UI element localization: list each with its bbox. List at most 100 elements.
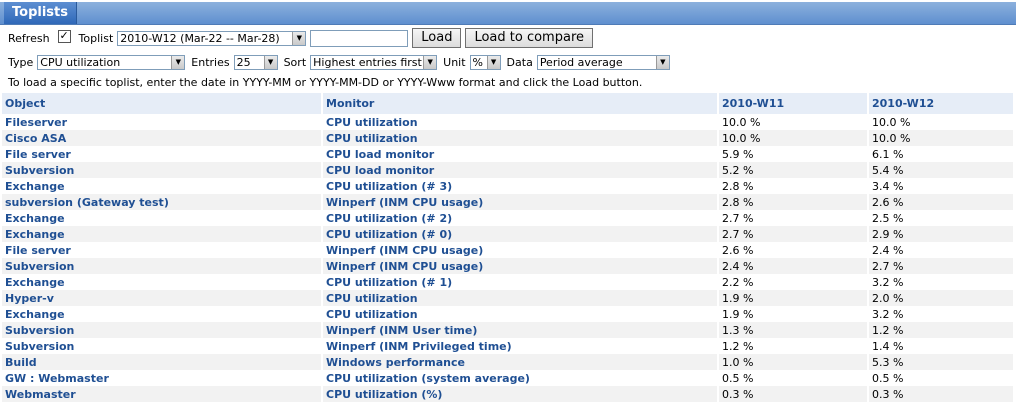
object-cell[interactable]: Exchange [2,178,323,194]
monitor-cell[interactable]: Winperf (INM User time) [322,322,719,338]
sort-select-value: Highest entries first [313,55,422,69]
entries-select-value: 25 [236,55,251,69]
table-row: GW : Webmaster CPU utilization (system av… [2,370,1015,386]
w12-value-cell: 5.4 % [868,162,1015,178]
w12-value-cell: 2.0 % [868,290,1015,306]
toplist-select[interactable]: 2010-W12 (Mar-22 -- Mar-28) ▼ [117,30,307,46]
monitor-cell[interactable]: CPU utilization (# 2) [322,210,719,226]
table-row: Subversion Winperf (INM User time) 1.3 % 1.… [2,322,1015,338]
table-row: Webmaster CPU utilization (%) 0.3 % 0.3 % [2,386,1015,402]
object-cell[interactable]: Hyper-v [2,290,323,306]
w12-value-cell: 2.7 % [868,258,1015,274]
object-cell[interactable]: Build [2,354,323,370]
monitor-cell[interactable]: CPU utilization [322,130,719,146]
monitor-cell[interactable]: CPU utilization (# 3) [322,178,719,194]
monitor-cell[interactable]: Winperf (INM CPU usage) [322,194,719,210]
entries-select[interactable]: 25 ▼ [233,54,278,70]
chevron-down-icon: ▼ [423,55,437,69]
load-to-compare-button[interactable]: Load to compare [465,28,593,48]
monitor-cell[interactable]: Winperf (INM CPU usage) [322,258,719,274]
object-cell[interactable]: Subversion [2,162,323,178]
w11-value-cell: 2.2 % [718,274,869,290]
monitor-cell[interactable]: CPU utilization (system average) [322,370,719,386]
refresh-checkbox[interactable]: ✓ [57,29,71,43]
object-cell[interactable]: GW : Webmaster [2,370,323,386]
w12-value-cell: 2.5 % [868,210,1015,226]
toplist-controls-row: Refresh ✓ Toplist 2010-W12 (Mar-22 -- Ma… [8,28,593,48]
w11-value-cell: 2.8 % [718,194,869,210]
object-cell[interactable]: File server [2,146,323,162]
table-row: Subversion Winperf (INM Privileged time) 1… [2,338,1015,354]
toplist-label: Toplist [78,31,114,45]
type-select[interactable]: CPU utilization ▼ [37,54,186,70]
monitor-cell[interactable]: CPU utilization (%) [322,386,719,402]
data-select[interactable]: Period average ▼ [536,54,670,70]
chevron-down-icon: ▼ [655,55,669,69]
object-cell[interactable]: Exchange [2,210,323,226]
column-header-2010-w12[interactable]: 2010-W12 [868,93,1015,114]
w11-value-cell: 5.2 % [718,162,869,178]
object-cell[interactable]: subversion (Gateway test) [2,194,323,210]
w12-value-cell: 1.4 % [868,338,1015,354]
monitor-cell[interactable]: CPU utilization (# 1) [322,274,719,290]
data-label: Data [506,55,533,69]
object-cell[interactable]: Webmaster [2,386,323,402]
object-cell[interactable]: Cisco ASA [2,130,323,146]
w12-value-cell: 0.5 % [868,370,1015,386]
table-row: Exchange CPU utilization (# 1) 2.2 % 3.2 % [2,274,1015,290]
object-cell[interactable]: Exchange [2,306,323,322]
date-input[interactable] [310,29,409,47]
monitor-cell[interactable]: CPU utilization [322,290,719,306]
monitor-cell[interactable]: CPU utilization [322,306,719,322]
monitor-cell[interactable]: Winperf (INM Privileged time) [322,338,719,354]
w11-value-cell: 5.9 % [718,146,869,162]
entries-label: Entries [191,55,230,69]
w12-value-cell: 2.4 % [868,242,1015,258]
table-row: Subversion CPU load monitor 5.2 % 5.4 % [2,162,1015,178]
object-cell[interactable]: Subversion [2,338,323,354]
column-header-2010-w11[interactable]: 2010-W11 [718,93,869,114]
table-row: Fileserver CPU utilization 10.0 % 10.0 % [2,114,1015,130]
w12-value-cell: 3.4 % [868,178,1015,194]
object-cell[interactable]: Fileserver [2,114,323,130]
w12-value-cell: 6.1 % [868,146,1015,162]
w11-value-cell: 2.7 % [718,226,869,242]
unit-select-value: % [472,55,483,69]
unit-select[interactable]: % ▼ [469,54,501,70]
w11-value-cell: 1.9 % [718,306,869,322]
object-cell[interactable]: Subversion [2,322,323,338]
monitor-cell[interactable]: CPU utilization [322,114,719,130]
title-bar: Toplists [0,2,1016,25]
object-cell[interactable]: Exchange [2,226,323,242]
monitor-cell[interactable]: Winperf (INM CPU usage) [322,242,719,258]
w11-value-cell: 0.3 % [718,386,869,402]
toplists-page: Toplists Refresh ✓ Toplist 2010-W12 (Mar… [0,0,1016,412]
object-cell[interactable]: Subversion [2,258,323,274]
monitor-cell[interactable]: CPU load monitor [322,146,719,162]
column-header-monitor[interactable]: Monitor [322,93,719,114]
monitor-cell[interactable]: CPU utilization (# 0) [322,226,719,242]
table-row: Subversion Winperf (INM CPU usage) 2.4 % 2.… [2,258,1015,274]
unit-label: Unit [443,55,466,69]
w12-value-cell: 3.2 % [868,274,1015,290]
w11-value-cell: 1.2 % [718,338,869,354]
monitor-cell[interactable]: CPU load monitor [322,162,719,178]
w11-value-cell: 10.0 % [718,130,869,146]
table-body: Fileserver CPU utilization 10.0 % 10.0 % Cis… [2,114,1015,402]
w12-value-cell: 2.9 % [868,226,1015,242]
table-row: Exchange CPU utilization 1.9 % 3.2 % [2,306,1015,322]
load-hint-text: To load a specific toplist, enter the da… [8,76,643,89]
data-select-value: Period average [539,55,623,69]
table-row: File server Winperf (INM CPU usage) 2.6 % 2… [2,242,1015,258]
table-row: Hyper-v CPU utilization 1.9 % 2.0 % [2,290,1015,306]
object-cell[interactable]: File server [2,242,323,258]
load-button[interactable]: Load [412,28,462,48]
table-row: File server CPU load monitor 5.9 % 6.1 % [2,146,1015,162]
sort-select[interactable]: Highest entries first ▼ [310,54,438,70]
w11-value-cell: 2.8 % [718,178,869,194]
w12-value-cell: 5.3 % [868,354,1015,370]
monitor-cell[interactable]: Windows performance [322,354,719,370]
object-cell[interactable]: Exchange [2,274,323,290]
column-header-object[interactable]: Object [2,93,323,114]
chevron-down-icon: ▼ [171,55,185,69]
